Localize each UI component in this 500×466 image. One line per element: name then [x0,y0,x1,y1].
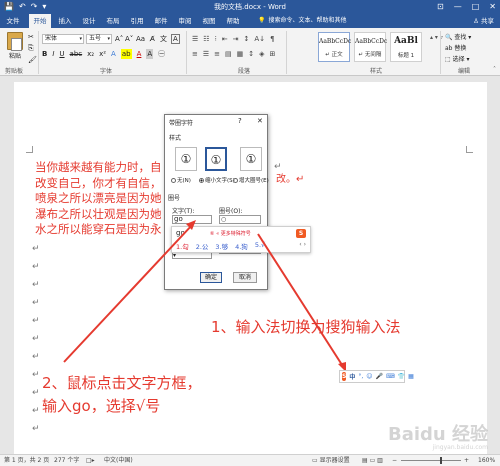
zoom-out-button[interactable]: − [392,455,397,466]
zoom-slider-thumb[interactable] [440,457,442,464]
arrow-to-ime-bar [257,233,345,369]
punctuation-icon[interactable]: °, [358,373,363,380]
word-count[interactable]: 277 个字 [54,455,79,466]
baidu-watermark: Baidu 经验 jingyan.baidu.com [388,424,489,451]
sogou-logo-icon[interactable]: S [342,372,347,381]
proofing-icon[interactable]: □▸ [86,455,95,466]
annotation-step-2-line1: 2、鼠标点击文字方框， [42,374,202,392]
page-count[interactable]: 第 1 页，共 2 页 [4,455,49,466]
status-bar: 第 1 页，共 2 页 277 个字 □▸ 中文(中国) ▭ 显示器设置 ▤ ▭… [0,454,500,466]
zoom-level[interactable]: 160% [478,455,495,466]
microphone-icon[interactable]: 🎤 [376,373,383,380]
view-buttons[interactable]: ▤ ▭ ▥ [362,455,383,466]
skin-icon[interactable]: 👕 [398,373,405,380]
arrow-to-text-field [63,223,194,363]
display-settings-button[interactable]: ▭ 显示器设置 [312,455,350,466]
annotation-step-1: 1、输入法切换为搜狗输入法 [211,318,401,336]
toolbox-icon[interactable]: ▦ [408,373,414,380]
zoom-slider-track[interactable] [401,460,461,461]
emoji-icon[interactable]: ☺ [366,373,372,380]
annotation-step-2-line2: 输入go，选择√号 [42,397,161,415]
zoom-in-button[interactable]: + [464,455,469,466]
chinese-mode-toggle[interactable]: 中 [349,372,355,381]
keyboard-icon[interactable]: ⌨ [386,373,395,380]
sogou-ime-status-bar: S 中 °, ☺ 🎤 ⌨ 👕 ▦ [339,370,414,383]
language-indicator[interactable]: 中文(中国) [104,455,133,466]
